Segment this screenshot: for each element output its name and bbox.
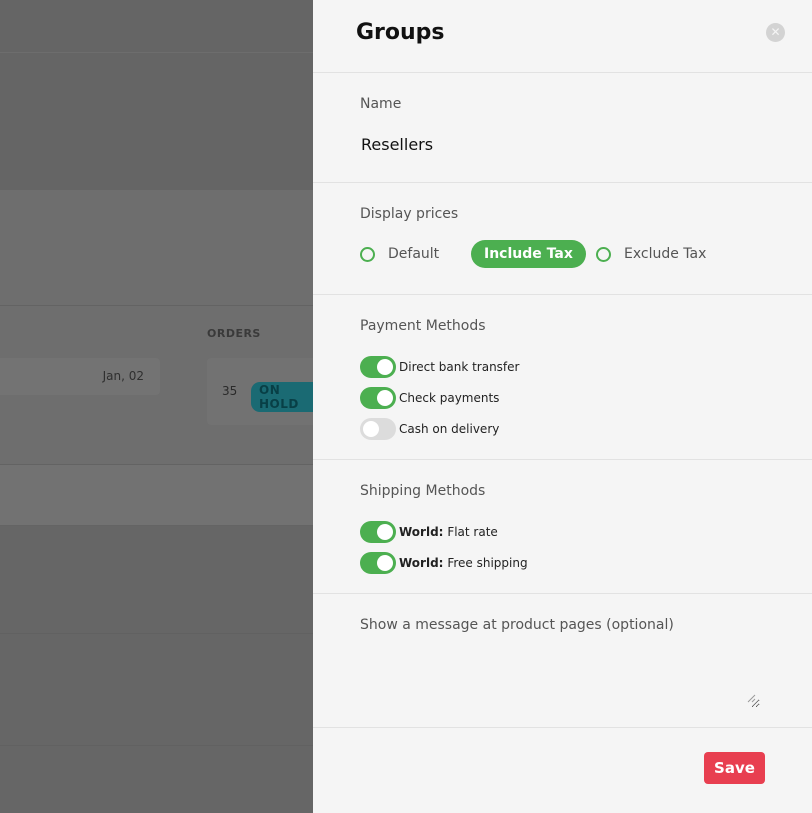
shipping-method-item: World: Flat rate (360, 521, 498, 543)
radio-circle-icon (596, 246, 611, 262)
radio-label: Exclude Tax (624, 246, 707, 262)
radio-label: Default (388, 246, 440, 262)
panel-header: Groups ✕ (313, 0, 812, 73)
toggle-cash-on-delivery[interactable] (360, 418, 396, 440)
message-label: Show a message at product pages (optiona… (360, 617, 674, 633)
save-button[interactable]: Save (704, 752, 765, 784)
shipping-method-name: Free shipping (447, 556, 528, 570)
backdrop-header-area (0, 0, 313, 190)
toggle-label: Cash on delivery (399, 422, 500, 436)
resize-handle-icon[interactable] (747, 694, 756, 703)
toggle-world-flat-rate[interactable] (360, 521, 396, 543)
toggle-label: Direct bank transfer (399, 360, 520, 374)
name-field[interactable]: Resellers (361, 135, 433, 154)
radio-exclude-tax[interactable]: Exclude Tax (596, 240, 706, 268)
toggle-world-free-shipping[interactable] (360, 552, 396, 574)
backdrop-row-date: Jan, 02 (102, 369, 144, 383)
toggle-knob (377, 359, 393, 375)
toggle-label: World: Flat rate (399, 525, 498, 539)
name-section: Name Resellers (313, 73, 812, 183)
name-label: Name (360, 96, 402, 112)
backdrop-divider (0, 745, 313, 746)
backdrop-overlay[interactable]: ORDERS Jan, 02 35 ON HOLD (0, 0, 313, 813)
close-icon[interactable]: ✕ (766, 23, 785, 42)
backdrop-row-band (0, 465, 313, 525)
payment-method-item: Direct bank transfer (360, 356, 519, 378)
groups-panel: Groups ✕ Name Resellers Display prices D… (313, 0, 812, 813)
backdrop-status-badge: ON HOLD (251, 382, 313, 412)
shipping-methods-section: Shipping Methods World: Flat rate World:… (313, 460, 812, 594)
message-section: Show a message at product pages (optiona… (313, 594, 812, 728)
display-prices-label: Display prices (360, 206, 459, 222)
toggle-knob (363, 421, 379, 437)
message-textarea[interactable] (360, 646, 760, 708)
toggle-knob (377, 555, 393, 571)
toggle-direct-bank-transfer[interactable] (360, 356, 396, 378)
toggle-check-payments[interactable] (360, 387, 396, 409)
toggle-knob (377, 524, 393, 540)
toggle-label: Check payments (399, 391, 500, 405)
backdrop-lower-area (0, 526, 313, 813)
backdrop-divider (0, 52, 313, 53)
backdrop-orders-heading: ORDERS (207, 327, 261, 340)
display-prices-section: Display prices Default Include Tax Exclu… (313, 183, 812, 295)
toggle-knob (377, 390, 393, 406)
toggle-label: World: Free shipping (399, 556, 528, 570)
radio-include-tax[interactable]: Include Tax (471, 240, 586, 268)
panel-title: Groups (356, 20, 445, 45)
shipping-zone-prefix: World: (399, 525, 444, 539)
backdrop-order-card: 35 ON HOLD (207, 358, 313, 425)
payment-methods-label: Payment Methods (360, 318, 486, 334)
radio-circle-icon (360, 246, 375, 262)
shipping-methods-label: Shipping Methods (360, 483, 486, 499)
shipping-method-item: World: Free shipping (360, 552, 528, 574)
payment-methods-section: Payment Methods Direct bank transfer Che… (313, 295, 812, 460)
radio-default[interactable]: Default (360, 240, 439, 268)
payment-method-item: Check payments (360, 387, 499, 409)
backdrop-divider (0, 633, 313, 634)
backdrop-date-card: Jan, 02 (0, 358, 160, 395)
shipping-zone-prefix: World: (399, 556, 444, 570)
backdrop-order-count: 35 (222, 384, 238, 398)
display-prices-options: Default Include Tax Exclude Tax (360, 240, 800, 268)
backdrop-divider (0, 305, 313, 306)
payment-method-item: Cash on delivery (360, 418, 499, 440)
shipping-method-name: Flat rate (447, 525, 498, 539)
